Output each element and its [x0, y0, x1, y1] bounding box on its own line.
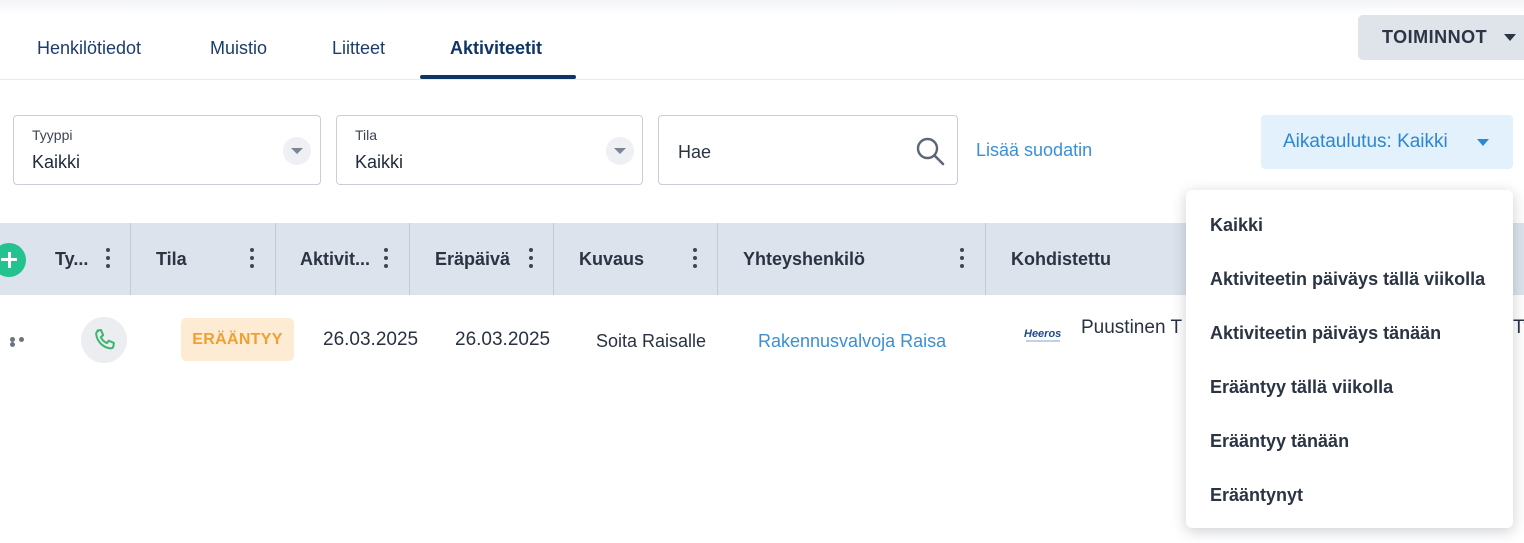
column-header-contact[interactable]: Yhteyshenkilö: [718, 223, 986, 295]
due-date: 26.03.2025: [455, 329, 551, 350]
menu-item-due-today[interactable]: Erääntyy tänään: [1210, 431, 1349, 452]
type-select-label: Tyyppi: [32, 127, 73, 143]
column-menu-icon[interactable]: [960, 248, 964, 268]
column-menu-icon[interactable]: [106, 248, 110, 268]
top-shadow: [0, 0, 1524, 14]
menu-item-activity-this-week[interactable]: Aktiviteetin päiväys tällä viikolla: [1210, 269, 1485, 290]
actions-button-label: TOIMINNOT: [1382, 27, 1488, 47]
column-header-activity-date[interactable]: Aktivit...: [276, 223, 410, 295]
tab-liitteet[interactable]: Liitteet: [332, 38, 385, 59]
tab-bar: Henkilötiedot Muistio Liitteet Aktivitee…: [0, 0, 1524, 80]
schedule-dropdown-menu: Kaikki Aktiviteetin päiväys tällä viikol…: [1186, 190, 1513, 528]
search-icon[interactable]: [915, 136, 945, 166]
type-select[interactable]: Tyyppi Kaikki: [13, 115, 321, 185]
column-menu-icon[interactable]: [384, 248, 388, 268]
chevron-down-icon[interactable]: [283, 137, 311, 165]
column-title: Kuvaus: [579, 249, 645, 269]
column-header-due-date[interactable]: Eräpäivä: [410, 223, 554, 295]
chevron-down-icon[interactable]: [606, 137, 634, 165]
tab-muistio[interactable]: Muistio: [210, 38, 267, 59]
column-title: Aktivit...: [300, 249, 371, 269]
menu-item-due-this-week[interactable]: Erääntyy tällä viikolla: [1210, 377, 1393, 398]
tab-henkilotiedot[interactable]: Henkilötiedot: [37, 38, 141, 59]
logo-text: Heeros: [1024, 328, 1061, 340]
menu-item-all[interactable]: Kaikki: [1210, 215, 1263, 236]
description: Soita Raisalle: [596, 331, 707, 351]
schedule-filter-button[interactable]: Aikataulutus: Kaikki: [1261, 115, 1513, 169]
search-placeholder: Hae: [678, 142, 712, 162]
column-menu-icon[interactable]: [250, 248, 254, 268]
search-input[interactable]: Hae: [658, 115, 958, 185]
assigned-to: Puustinen T: [1081, 317, 1183, 338]
company-logo: Heeros: [1024, 328, 1061, 342]
column-title: Eräpäivä: [435, 249, 511, 269]
tab-aktiviteetit[interactable]: Aktiviteetit: [450, 38, 542, 59]
schedule-filter-label: Aikataulutus: Kaikki: [1283, 131, 1448, 152]
column-title: Kohdistettu: [1011, 249, 1111, 269]
caret-down-icon: [1477, 139, 1489, 146]
column-header-description[interactable]: Kuvaus: [554, 223, 718, 295]
activity-date: 26.03.2025: [323, 329, 419, 350]
contact-link[interactable]: Rakennusvalvoja Raisa: [758, 331, 946, 352]
phone-icon: [81, 317, 127, 363]
column-header-status[interactable]: Tila: [131, 223, 276, 295]
column-title: Yhteyshenkilö: [743, 249, 866, 269]
assigned-overflow: Ty: [1513, 317, 1524, 338]
status-select-value: Kaikki: [355, 152, 404, 172]
column-title: Ty...: [55, 249, 89, 269]
caret-down-icon: [1504, 34, 1516, 41]
column-title: Tila: [156, 249, 187, 269]
status-select[interactable]: Tila Kaikki: [336, 115, 643, 185]
actions-button[interactable]: TOIMINNOT: [1358, 15, 1524, 60]
type-select-value: Kaikki: [32, 152, 81, 172]
menu-item-activity-today[interactable]: Aktiviteetin päiväys tänään: [1210, 323, 1441, 344]
add-filter-link[interactable]: Lisää suodatin: [976, 140, 1092, 161]
status-badge: ERÄÄNTYY: [181, 318, 294, 361]
column-menu-icon[interactable]: [529, 248, 533, 268]
menu-item-overdue[interactable]: Erääntynyt: [1210, 485, 1303, 506]
status-select-label: Tila: [355, 127, 378, 143]
column-menu-icon[interactable]: [693, 248, 697, 268]
active-tab-indicator: [420, 75, 576, 79]
more-options-icon[interactable]: [10, 337, 36, 347]
